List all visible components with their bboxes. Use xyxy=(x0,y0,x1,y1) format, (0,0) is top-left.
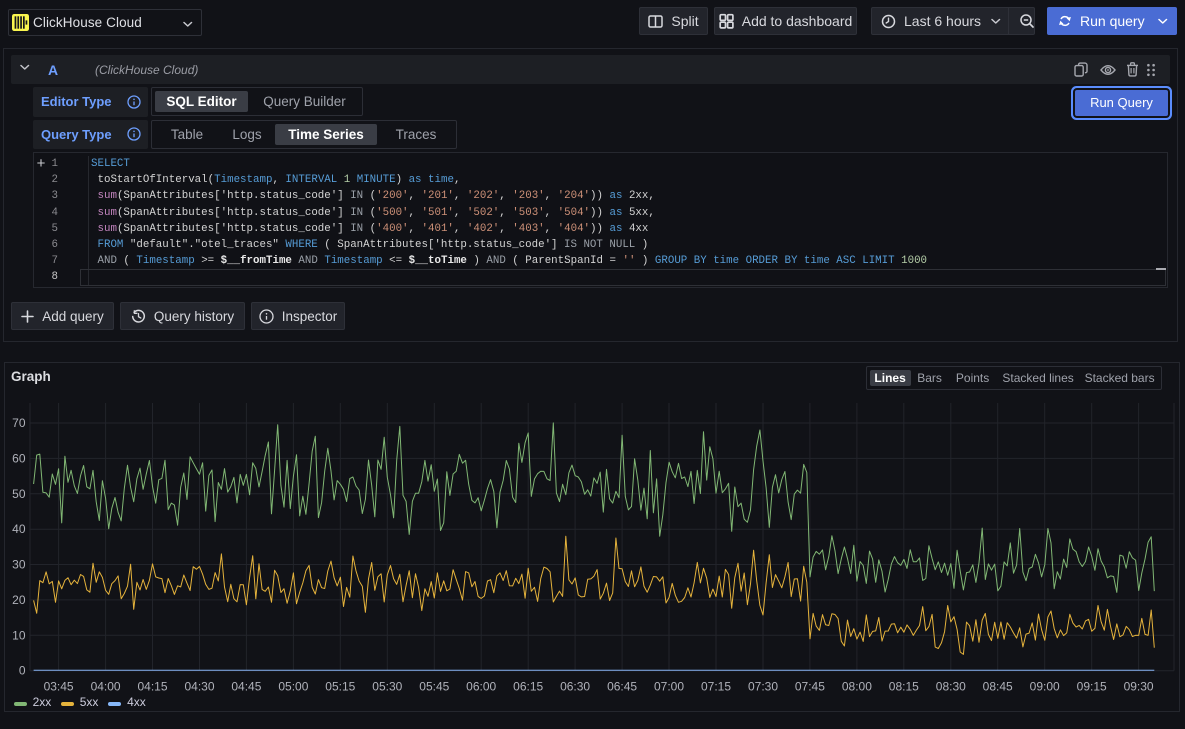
svg-text:07:30: 07:30 xyxy=(748,680,778,694)
svg-text:04:45: 04:45 xyxy=(231,680,261,694)
svg-text:08:30: 08:30 xyxy=(936,680,966,694)
svg-text:06:00: 06:00 xyxy=(466,680,496,694)
svg-text:30: 30 xyxy=(12,558,26,572)
svg-text:03:45: 03:45 xyxy=(44,680,74,694)
svg-text:08:00: 08:00 xyxy=(842,680,872,694)
svg-text:05:45: 05:45 xyxy=(419,680,449,694)
svg-text:04:00: 04:00 xyxy=(91,680,121,694)
svg-text:09:00: 09:00 xyxy=(1030,680,1060,694)
svg-text:70: 70 xyxy=(12,416,26,430)
svg-text:07:15: 07:15 xyxy=(701,680,731,694)
svg-text:09:15: 09:15 xyxy=(1077,680,1107,694)
svg-text:09:30: 09:30 xyxy=(1124,680,1154,694)
svg-text:05:00: 05:00 xyxy=(278,680,308,694)
svg-text:08:45: 08:45 xyxy=(983,680,1013,694)
svg-text:0: 0 xyxy=(19,664,26,678)
svg-text:60: 60 xyxy=(12,451,26,465)
svg-text:07:45: 07:45 xyxy=(795,680,825,694)
svg-text:10: 10 xyxy=(12,628,26,642)
svg-text:04:15: 04:15 xyxy=(137,680,167,694)
svg-text:04:30: 04:30 xyxy=(184,680,214,694)
svg-text:07:00: 07:00 xyxy=(654,680,684,694)
svg-text:06:30: 06:30 xyxy=(560,680,590,694)
svg-text:06:15: 06:15 xyxy=(513,680,543,694)
svg-text:05:30: 05:30 xyxy=(372,680,402,694)
svg-text:40: 40 xyxy=(12,522,26,536)
svg-text:50: 50 xyxy=(12,487,26,501)
svg-text:20: 20 xyxy=(12,593,26,607)
svg-text:05:15: 05:15 xyxy=(325,680,355,694)
svg-text:06:45: 06:45 xyxy=(607,680,637,694)
svg-text:08:15: 08:15 xyxy=(889,680,919,694)
